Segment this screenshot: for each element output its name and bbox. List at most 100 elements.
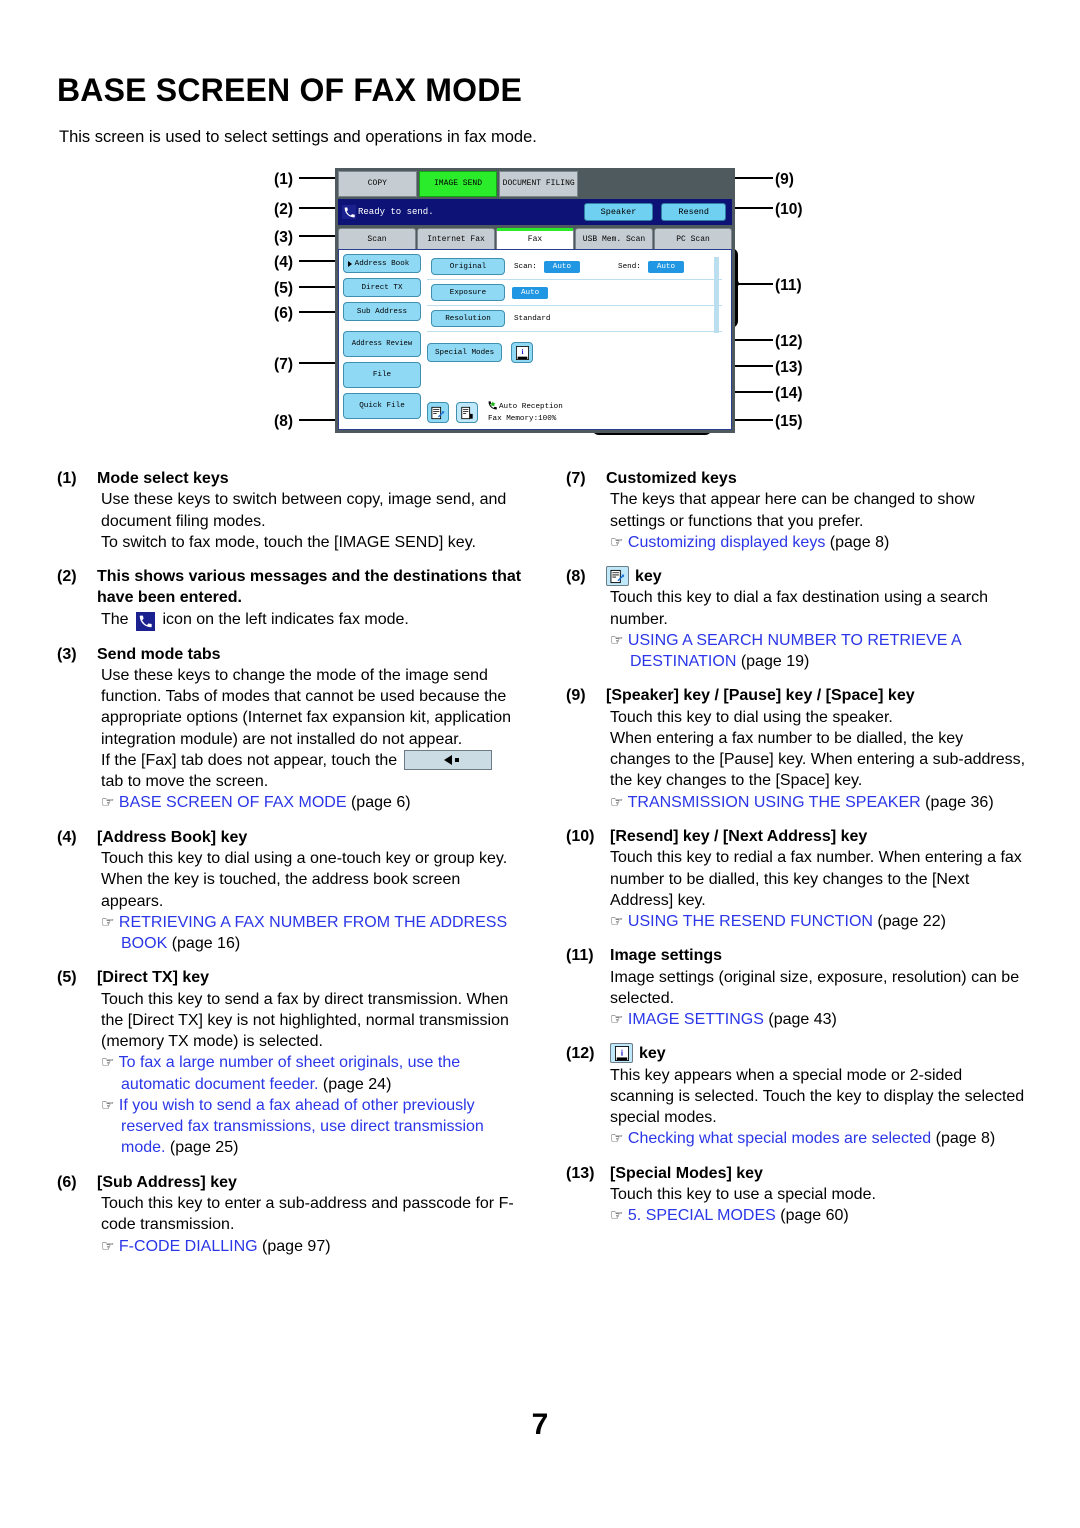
item-3-tab-before: If the [Fax] tab does not appear, touch … — [101, 751, 398, 769]
send-value[interactable]: Auto — [647, 260, 685, 273]
item-10-number: (10) — [566, 827, 595, 845]
left-key-column: Address Book Direct TX Sub Address Addre… — [343, 254, 421, 424]
item-11-title: Image settings — [610, 947, 723, 965]
item-7-line-1: The keys that appear here can be changed… — [610, 491, 975, 530]
item-12-ref-link[interactable]: Checking what special modes are selected — [628, 1130, 931, 1147]
customized-key-address-review-label: Address Review — [351, 340, 413, 348]
item-5-ref-page-1: (page 24) — [322, 1075, 392, 1093]
callout-7: (7) — [274, 356, 293, 373]
tab-fax-label: Fax — [527, 234, 543, 244]
scan-value[interactable]: Auto — [543, 260, 581, 273]
info-key-icon[interactable]: i — [511, 342, 534, 363]
exposure-key[interactable]: Exposure — [431, 284, 505, 301]
item-4-number: (4) — [57, 828, 77, 846]
fax-memory-text: Fax Memory:100% — [488, 414, 557, 423]
search-number-key-icon[interactable] — [427, 402, 449, 424]
settings-scrollbar[interactable] — [714, 257, 719, 333]
item-6-line-1: Touch this key to enter a sub-address an… — [101, 1194, 514, 1234]
description-item-9: (9) [Speaker] key / [Pause] key / [Space… — [566, 685, 1026, 813]
item-12-line-1: This key appears when a special mode or … — [610, 1066, 1025, 1127]
description-item-8: (8) key Touch this key to dial a fax des… — [566, 566, 1026, 672]
resolution-value: Standard — [514, 314, 551, 323]
item-7-ref-link[interactable]: Customizing displayed keys — [628, 534, 825, 551]
resend-key[interactable]: Resend — [661, 203, 726, 221]
fax-base-screen-figure: (1) (2) (3) (4) (5) (6) (7) (8) (9) (10)… — [255, 163, 835, 443]
item-9-ref-link[interactable]: TRANSMISSION USING THE SPEAKER — [628, 794, 921, 811]
item-10-line-1: Touch this key to redial a fax number. W… — [610, 849, 1022, 909]
item-6-ref-link[interactable]: F-CODE DIALLING — [119, 1238, 258, 1255]
scan-label: Scan: — [514, 262, 537, 271]
hand-pointer-icon: ☞ — [610, 1130, 624, 1148]
item-2-text-before: The — [101, 610, 129, 628]
customized-key-quick-file-label: Quick File — [359, 402, 405, 410]
item-10-ref-link[interactable]: USING THE RESEND FUNCTION — [628, 913, 873, 930]
description-item-11: (11) Image settings Image settings (orig… — [566, 945, 1026, 1030]
address-book-key[interactable]: Address Book — [343, 254, 421, 273]
tab-fax[interactable]: Fax — [496, 228, 574, 250]
customized-key-address-review[interactable]: Address Review — [343, 331, 421, 357]
item-9-number: (9) — [566, 687, 586, 705]
sub-address-key[interactable]: Sub Address — [343, 302, 421, 321]
direct-tx-key[interactable]: Direct TX — [343, 278, 421, 297]
mode-key-document-filing[interactable]: DOCUMENT FILING — [499, 171, 579, 197]
customized-key-file[interactable]: File — [343, 362, 421, 388]
item-11-ref-page: (page 43) — [768, 1011, 837, 1029]
hand-pointer-icon: ☞ — [610, 793, 624, 811]
triangle-icon — [348, 260, 352, 267]
description-item-10: (10) [Resend] key / [Next Address] key T… — [566, 826, 1026, 932]
item-12-ref-page: (page 8) — [935, 1130, 996, 1148]
item-8-title: key — [635, 568, 662, 586]
left-arrow-tab-button[interactable] — [403, 749, 492, 770]
item-11-line-1: Image settings (original size, exposure,… — [610, 968, 1020, 1007]
item-5-ref-link-1[interactable]: To fax a large number of sheet originals… — [119, 1054, 461, 1092]
item-5-ref-page-2: (page 25) — [169, 1139, 239, 1157]
mode-key-image-send-label: IMAGE SEND — [434, 178, 483, 188]
svg-text:i: i — [521, 347, 523, 356]
mode-key-image-send[interactable]: IMAGE SEND — [418, 171, 498, 197]
two-sided-scan-icon[interactable] — [456, 402, 478, 424]
item-11-ref-link[interactable]: IMAGE SETTINGS — [628, 1011, 764, 1028]
callout-9: (9) — [775, 171, 794, 188]
item-10-ref-page: (page 22) — [877, 913, 946, 931]
mode-key-copy[interactable]: COPY — [338, 171, 417, 197]
image-settings-area: Original Scan: Auto Send: Auto Exposure … — [427, 254, 722, 336]
item-2-text-after: icon on the left indicates fax mode. — [162, 610, 409, 628]
description-item-13: (13) [Special Modes] key Touch this key … — [566, 1163, 1026, 1227]
item-3-ref-page: (page 6) — [350, 794, 411, 812]
callout-11: (11) — [775, 277, 802, 294]
item-12-number: (12) — [566, 1045, 595, 1063]
speaker-key[interactable]: Speaker — [583, 203, 654, 221]
tab-scan[interactable]: Scan — [338, 228, 416, 250]
item-5-number: (5) — [57, 969, 77, 987]
tab-internet-fax[interactable]: Internet Fax — [417, 228, 495, 250]
resolution-key[interactable]: Resolution — [431, 310, 505, 327]
item-5-line-1: Touch this key to send a fax by direct t… — [101, 990, 509, 1051]
customized-key-quick-file[interactable]: Quick File — [343, 393, 421, 419]
fax-status-box: Auto Reception Fax Memory:100% — [485, 401, 563, 424]
callout-14: (14) — [775, 385, 803, 402]
description-item-3: (3) Send mode tabs Use these keys to cha… — [57, 644, 527, 814]
item-4-title: [Address Book] key — [97, 828, 248, 846]
special-modes-key[interactable]: Special Modes — [427, 343, 503, 362]
item-13-title: [Special Modes] key — [610, 1164, 763, 1182]
message-bar: Ready to send. Speaker Resend — [338, 199, 732, 225]
hand-pointer-icon: ☞ — [101, 794, 115, 812]
item-3-ref-link[interactable]: BASE SCREEN OF FAX MODE — [119, 794, 347, 811]
item-6-title: [Sub Address] key — [97, 1173, 237, 1191]
item-13-line-1: Touch this key to use a special mode. — [610, 1185, 876, 1203]
exposure-value[interactable]: Auto — [512, 286, 549, 299]
image-setting-row-exposure: Exposure Auto — [427, 280, 722, 306]
callout-2: (2) — [274, 201, 293, 218]
tab-pc-scan[interactable]: PC Scan — [654, 228, 732, 250]
callout-12: (12) — [775, 333, 803, 350]
item-2-title: This shows various messages and the dest… — [97, 568, 522, 607]
item-3-tab-after: tab to move the screen. — [101, 773, 269, 791]
original-key[interactable]: Original — [431, 258, 505, 275]
item-3-line-1: Use these keys to change the mode of the… — [101, 666, 512, 748]
tab-internet-fax-label: Internet Fax — [427, 234, 485, 244]
sub-address-key-label: Sub Address — [356, 307, 408, 316]
customized-key-file-label: File — [372, 371, 392, 379]
tab-usb-mem-scan[interactable]: USB Mem. Scan — [575, 228, 653, 250]
item-13-ref-link[interactable]: 5. SPECIAL MODES — [628, 1207, 776, 1224]
description-column-right: (7) Customized keys The keys that appear… — [566, 468, 1026, 1240]
